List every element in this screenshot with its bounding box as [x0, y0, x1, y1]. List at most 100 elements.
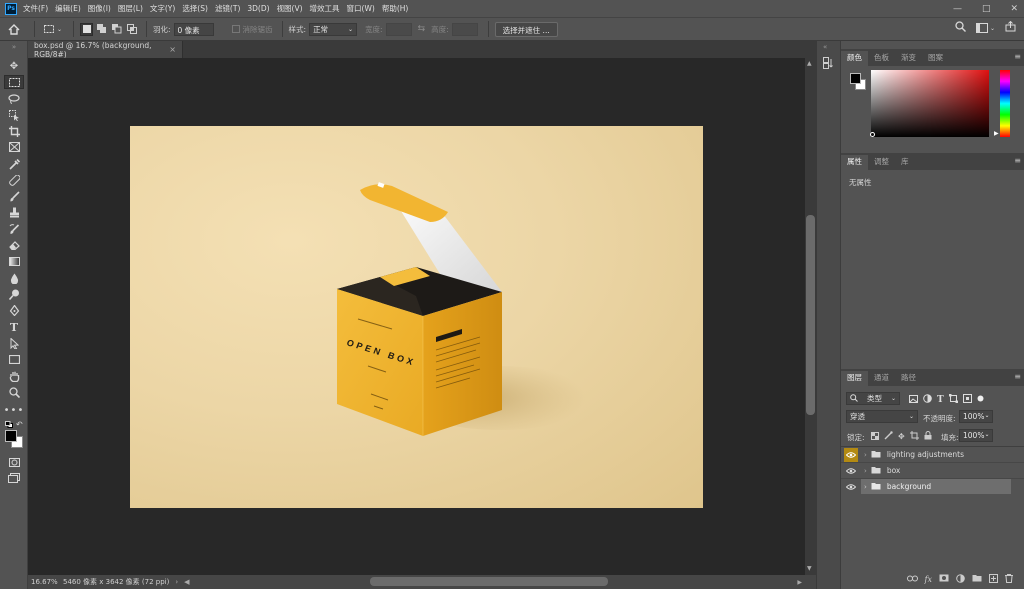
- delete-layer-icon[interactable]: [1005, 573, 1013, 585]
- hue-slider[interactable]: [1000, 70, 1010, 137]
- rectangle-tool-icon[interactable]: [4, 352, 24, 366]
- expand-group-chevron-icon[interactable]: ›: [864, 451, 867, 459]
- close-icon[interactable]: ✕: [1010, 4, 1018, 14]
- new-layer-icon[interactable]: [989, 573, 998, 585]
- tab-swatches[interactable]: 色板: [868, 51, 895, 66]
- default-colors-icon[interactable]: [5, 421, 13, 428]
- close-tab-icon[interactable]: ×: [169, 45, 176, 54]
- color-panel-foreground-swatch[interactable]: [850, 73, 861, 84]
- quick-mask-icon[interactable]: [4, 455, 24, 469]
- tab-paths[interactable]: 路径: [895, 371, 922, 386]
- lock-transparent-icon[interactable]: [871, 431, 879, 442]
- screen-mode-icon[interactable]: [4, 471, 24, 485]
- workspace-icon[interactable]: ⌄: [975, 23, 995, 33]
- panel-menu-icon[interactable]: ≡: [1014, 156, 1021, 165]
- opacity-input[interactable]: 100% ⌄: [959, 410, 993, 423]
- layer-filter-select[interactable]: 类型 ⌄: [846, 392, 900, 405]
- layer-visibility-eye-icon[interactable]: [844, 464, 858, 478]
- zoom-level[interactable]: 16.67%: [31, 578, 61, 586]
- path-selection-tool-icon[interactable]: [4, 336, 24, 350]
- layer-row-box[interactable]: › box: [844, 463, 1012, 478]
- horizontal-scrollbar-thumb[interactable]: [370, 577, 608, 586]
- maximize-icon[interactable]: □: [982, 4, 991, 14]
- add-to-selection-icon[interactable]: [95, 23, 108, 36]
- hue-slider-marker[interactable]: ▶: [994, 130, 999, 137]
- history-brush-tool-icon[interactable]: [4, 222, 24, 236]
- lasso-tool-icon[interactable]: [4, 92, 24, 106]
- brush-tool-icon[interactable]: [4, 189, 24, 203]
- menu-window[interactable]: 窗口(W): [347, 3, 375, 14]
- swap-colors-icon[interactable]: ↶: [16, 420, 23, 429]
- foreground-color-swatch[interactable]: [5, 430, 17, 442]
- tab-layers[interactable]: 图层: [841, 371, 868, 386]
- vertical-scrollbar-thumb[interactable]: [806, 215, 815, 415]
- lock-position-icon[interactable]: ✥: [898, 432, 905, 441]
- tab-patterns[interactable]: 图案: [922, 51, 949, 66]
- link-layers-icon[interactable]: [906, 575, 918, 584]
- filter-shape-icon[interactable]: [948, 394, 958, 405]
- height-input[interactable]: [451, 22, 478, 36]
- pen-tool-icon[interactable]: [4, 303, 24, 317]
- scroll-down-icon[interactable]: ▼: [807, 565, 812, 572]
- search-icon[interactable]: [955, 21, 966, 35]
- tab-color[interactable]: 颜色: [841, 51, 868, 66]
- hand-tool-icon[interactable]: [4, 369, 24, 383]
- crop-tool-icon[interactable]: [4, 124, 24, 138]
- expand-group-chevron-icon[interactable]: ›: [864, 467, 867, 475]
- lock-artboard-icon[interactable]: [909, 431, 919, 442]
- menu-image[interactable]: 图像(I): [88, 3, 111, 14]
- menu-select[interactable]: 选择(S): [182, 3, 208, 14]
- filter-type-icon[interactable]: T: [937, 395, 944, 405]
- tab-properties[interactable]: 属性: [841, 155, 868, 170]
- menu-file[interactable]: 文件(F): [23, 3, 48, 14]
- swap-dimensions-icon[interactable]: ⇆: [418, 24, 426, 34]
- zoom-tool-icon[interactable]: [4, 385, 24, 399]
- lock-all-icon[interactable]: [924, 431, 932, 442]
- document-canvas[interactable]: OPEN BOX: [130, 126, 703, 508]
- frame-tool-icon[interactable]: [4, 140, 24, 154]
- tab-channels[interactable]: 通道: [868, 371, 895, 386]
- filter-smart-object-icon[interactable]: [962, 394, 972, 405]
- new-adjustment-layer-icon[interactable]: [956, 573, 965, 585]
- intersect-selection-icon[interactable]: [125, 23, 138, 36]
- history-panel-icon[interactable]: [823, 57, 835, 71]
- expand-group-chevron-icon[interactable]: ›: [864, 483, 867, 491]
- filter-pixel-icon[interactable]: [909, 394, 918, 405]
- gradient-tool-icon[interactable]: [4, 254, 24, 268]
- eyedropper-tool-icon[interactable]: [4, 157, 24, 171]
- document-tab[interactable]: box.psd @ 16.7% (background, RGB/8#) ×: [28, 41, 183, 59]
- new-group-icon[interactable]: [972, 574, 982, 584]
- object-selection-tool-icon[interactable]: [4, 108, 24, 122]
- filter-adjustment-icon[interactable]: [923, 394, 932, 405]
- fill-input[interactable]: 100% ⌄: [959, 429, 993, 442]
- scroll-left-icon[interactable]: ◀: [184, 578, 189, 586]
- status-chevron-icon[interactable]: ›: [175, 578, 178, 586]
- filter-toggle-icon[interactable]: [977, 395, 984, 404]
- scroll-right-icon[interactable]: ▶: [797, 579, 802, 586]
- minimize-icon[interactable]: —: [953, 4, 962, 14]
- scroll-up-icon[interactable]: ▲: [807, 60, 812, 67]
- subtract-from-selection-icon[interactable]: [110, 23, 123, 36]
- width-input[interactable]: [385, 22, 412, 36]
- marquee-preset-icon[interactable]: ⌄: [41, 23, 65, 36]
- home-icon[interactable]: [0, 23, 28, 35]
- layer-row-background[interactable]: › background: [844, 479, 1012, 494]
- menu-type[interactable]: 文字(Y): [150, 3, 175, 14]
- rectangular-marquee-tool-icon[interactable]: [4, 75, 24, 89]
- menu-filter[interactable]: 滤镜(T): [215, 3, 240, 14]
- healing-brush-tool-icon[interactable]: [4, 173, 24, 187]
- menu-plugins[interactable]: 增效工具: [310, 3, 340, 14]
- layer-style-icon[interactable]: fx: [925, 575, 932, 584]
- menu-help[interactable]: 帮助(H): [382, 3, 409, 14]
- style-select[interactable]: 正常 ⌄: [309, 22, 358, 36]
- collapse-panels-icon[interactable]: «: [823, 43, 827, 51]
- menu-layer[interactable]: 图层(L): [118, 3, 143, 14]
- menu-edit[interactable]: 编辑(E): [55, 3, 81, 14]
- color-field[interactable]: [871, 70, 989, 137]
- tab-libraries[interactable]: 库: [895, 155, 915, 170]
- layer-row-lighting-adjustments[interactable]: › lighting adjustments: [844, 447, 1012, 462]
- type-tool-icon[interactable]: T: [4, 320, 24, 334]
- panel-menu-icon[interactable]: ≡: [1014, 52, 1021, 61]
- select-and-mask-button[interactable]: 选择并遮住 ...: [494, 21, 558, 37]
- eraser-tool-icon[interactable]: [4, 238, 24, 252]
